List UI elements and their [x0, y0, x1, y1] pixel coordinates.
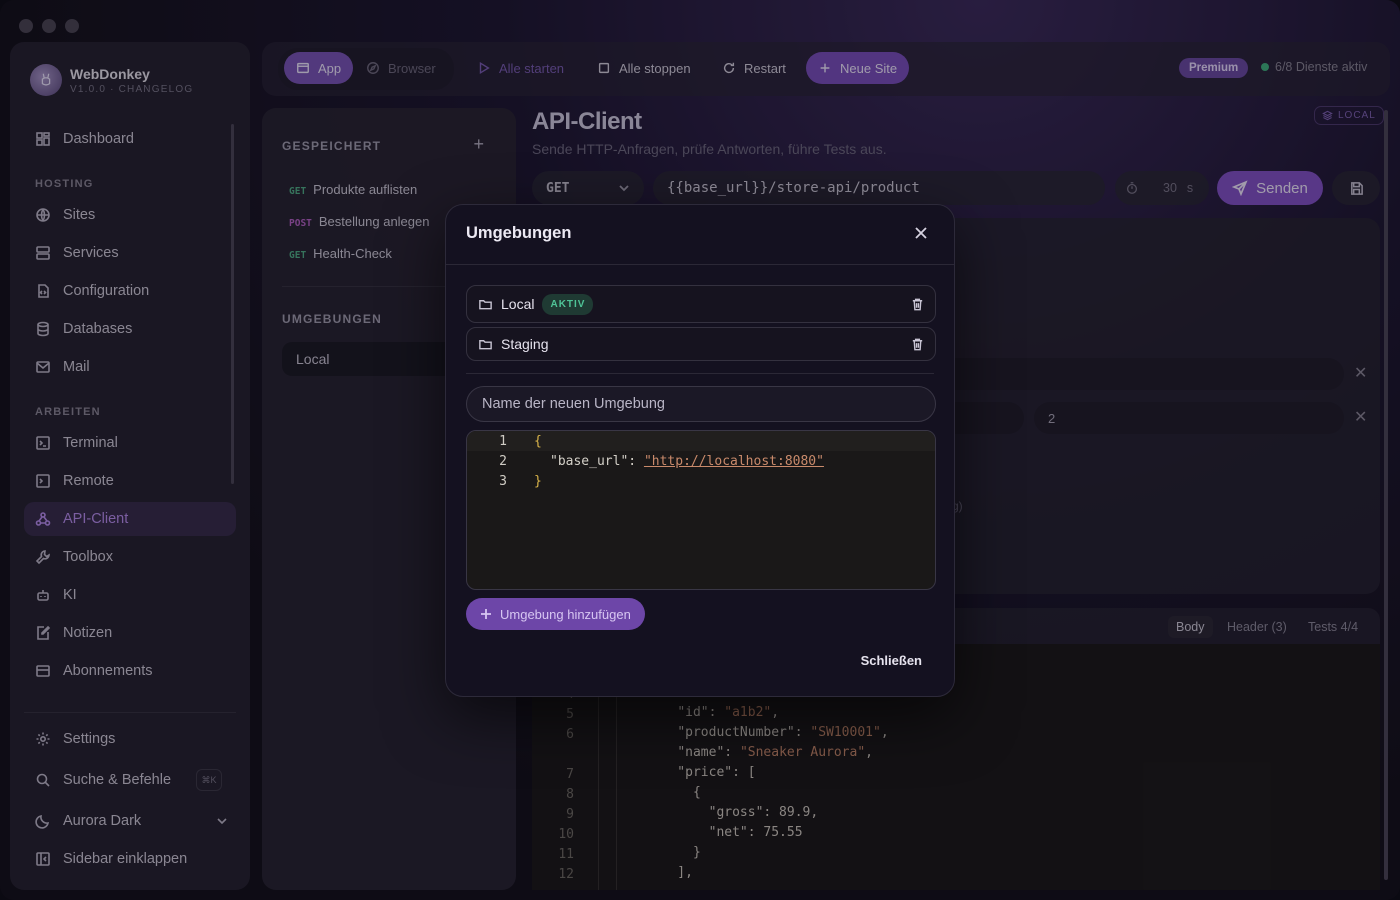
close-modal-button[interactable] — [913, 225, 929, 241]
editor-line: 1 { — [467, 431, 935, 451]
folder-icon — [479, 339, 492, 349]
editor-line: 3 } — [467, 471, 935, 491]
line-number: 3 — [499, 473, 507, 489]
trash-icon — [912, 298, 923, 310]
app-window: WebDonkey V1.0.0 · CHANGELOG Dashboard H… — [0, 0, 1400, 900]
trash-icon — [912, 338, 923, 350]
code-text: "base_url": "http://localhost:8080" — [550, 453, 824, 469]
modal-divider — [446, 264, 954, 265]
line-number: 2 — [499, 453, 507, 469]
environment-item-staging[interactable]: Staging — [466, 327, 936, 361]
close-icon — [915, 227, 927, 239]
environment-name: Local — [501, 296, 535, 312]
delete-environment-button[interactable] — [910, 337, 925, 352]
environment-json-editor[interactable]: 1 { 2 "base_url": "http://localhost:8080… — [466, 430, 936, 590]
close-button[interactable]: Schließen — [861, 653, 922, 668]
active-badge: AKTIV — [542, 293, 594, 315]
environment-name: Staging — [501, 336, 549, 352]
add-environment-label: Umgebung hinzufügen — [500, 606, 631, 622]
environments-modal: Umgebungen Local AKTIV Staging Name der … — [445, 204, 955, 697]
modal-divider — [466, 373, 934, 374]
modal-title: Umgebungen — [466, 224, 572, 242]
delete-environment-button[interactable] — [910, 297, 925, 312]
plus-icon — [481, 609, 491, 619]
environment-item-local[interactable]: Local AKTIV — [466, 285, 936, 323]
new-environment-input[interactable]: Name der neuen Umgebung — [466, 386, 936, 422]
add-environment-button[interactable]: Umgebung hinzufügen — [466, 598, 645, 630]
line-number: 1 — [499, 433, 507, 449]
code-text: } — [534, 473, 542, 489]
editor-line: 2 "base_url": "http://localhost:8080" — [467, 451, 935, 471]
code-text: { — [534, 433, 542, 449]
folder-icon — [479, 299, 492, 309]
